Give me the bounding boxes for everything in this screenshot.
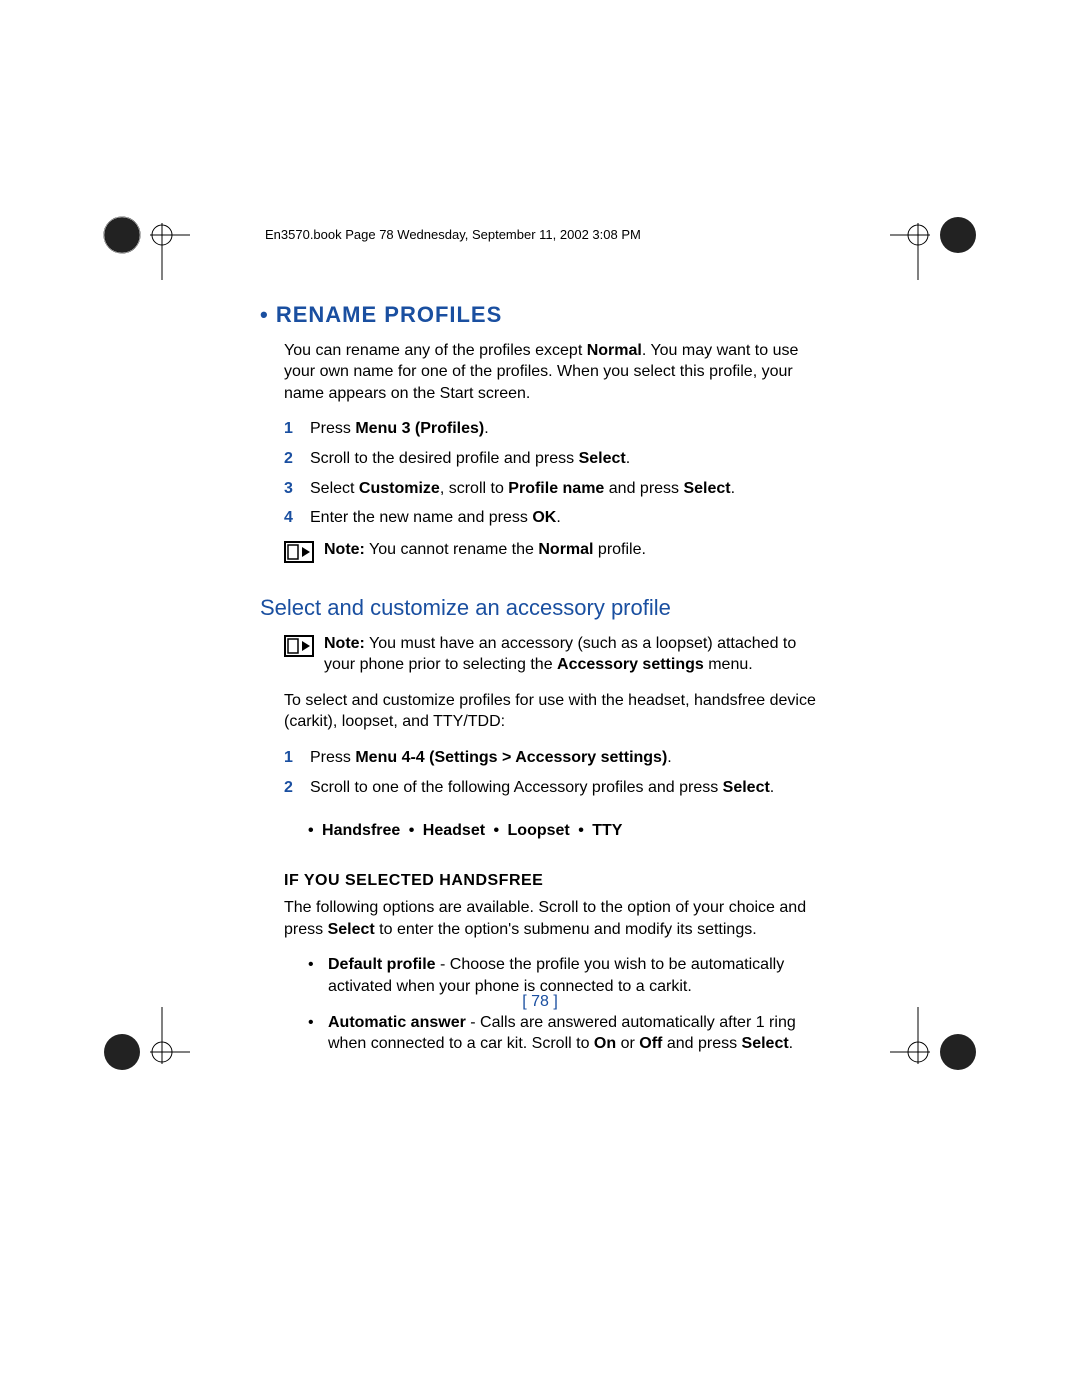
step-text: Select Customize, scroll to Profile name… [310,478,820,500]
bullet-icon: • [308,954,328,997]
crop-mark-icon [890,1007,980,1097]
step-number: 1 [284,747,310,769]
section-title: • RENAME PROFILES [260,300,820,330]
note-text: Note: You must have an accessory (such a… [324,633,820,676]
note-block: Note: You must have an accessory (such a… [284,633,820,676]
intro-paragraph: You can rename any of the profiles excep… [284,340,820,405]
step-number: 2 [284,777,310,799]
paragraph: The following options are available. Scr… [284,897,820,940]
steps-accessory: 1Press Menu 4-4 (Settings > Accessory se… [284,747,820,798]
note-block: Note: You cannot rename the Normal profi… [284,539,820,563]
step-number: 1 [284,418,310,440]
sub-heading: IF YOU SELECTED HANDSFREE [284,870,820,892]
running-header: En3570.book Page 78 Wednesday, September… [265,227,641,242]
list-item: Default profile - Choose the profile you… [328,954,820,997]
crop-mark-icon [100,1007,190,1097]
step-number: 2 [284,448,310,470]
accessory-options: • Handsfree • Headset • Loopset • TTY [308,820,820,842]
paragraph: To select and customize profiles for use… [284,690,820,733]
step-text: Press Menu 3 (Profiles). [310,418,820,440]
note-icon [284,635,314,657]
step-text: Press Menu 4-4 (Settings > Accessory set… [310,747,820,769]
note-text: Note: You cannot rename the Normal profi… [324,539,820,561]
step-text: Scroll to the desired profile and press … [310,448,820,470]
step-text: Enter the new name and press OK. [310,507,820,529]
page-content: • RENAME PROFILES You can rename any of … [260,300,820,1069]
crop-mark-icon [100,190,190,280]
list-item: Automatic answer - Calls are answered au… [328,1012,820,1055]
step-number: 3 [284,478,310,500]
page-number: [ 78 ] [0,993,1080,1011]
step-number: 4 [284,507,310,529]
step-text: Scroll to one of the following Accessory… [310,777,820,799]
subsection-title: Select and customize an accessory profil… [260,593,820,623]
note-icon [284,541,314,563]
steps-rename: 1Press Menu 3 (Profiles). 2Scroll to the… [284,418,820,528]
bullet-icon: • [308,1012,328,1055]
crop-mark-icon [890,190,980,280]
